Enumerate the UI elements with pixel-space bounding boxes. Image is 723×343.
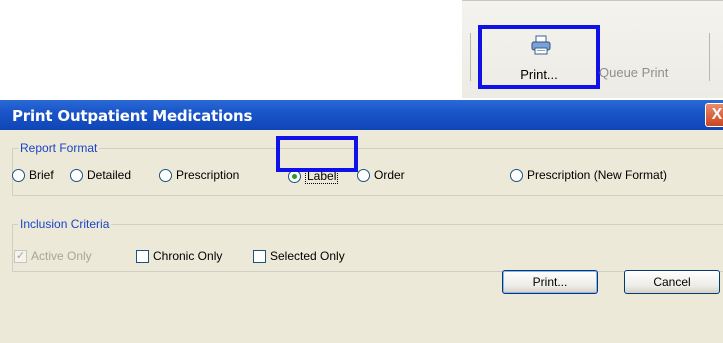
- radio-brief-label: Brief: [29, 168, 54, 182]
- radio-button-icon: [70, 168, 83, 182]
- label-option-highlight: [276, 136, 358, 172]
- checkbox-active-only-label: Active Only: [31, 249, 92, 263]
- radio-prescription-new-format[interactable]: Prescription (New Format): [510, 168, 667, 182]
- inclusion-criteria-group: Inclusion Criteria: [12, 217, 723, 272]
- radio-order[interactable]: Order: [357, 168, 405, 182]
- checkbox-icon: [253, 249, 266, 263]
- radio-prescription-new-format-label: Prescription (New Format): [527, 168, 668, 182]
- radio-button-icon: [159, 168, 172, 182]
- checkbox-chronic-only[interactable]: Chronic Only: [136, 249, 222, 263]
- print-button[interactable]: Print...: [502, 270, 598, 294]
- checkbox-icon: [136, 249, 149, 263]
- radio-brief[interactable]: Brief: [12, 168, 54, 182]
- toolbar-queue-print-button[interactable]: Queue Print: [599, 65, 668, 80]
- checkbox-active-only: ✓ Active Only: [14, 249, 92, 263]
- print-dialog: Print Outpatient Medications X Report Fo…: [0, 100, 723, 343]
- radio-button-icon: [357, 168, 370, 182]
- dialog-titlebar[interactable]: Print Outpatient Medications X: [0, 100, 723, 130]
- report-format-legend: Report Format: [18, 141, 100, 155]
- inclusion-criteria-legend: Inclusion Criteria: [18, 217, 112, 231]
- checkmark-icon: ✓: [14, 249, 27, 263]
- radio-button-icon: [510, 168, 523, 182]
- toolbar-print-label: Print...: [520, 67, 558, 82]
- toolbar-separator: [709, 33, 710, 81]
- toolbar: Print... Queue Print: [462, 0, 723, 98]
- dialog-title: Print Outpatient Medications: [12, 107, 253, 125]
- cancel-button[interactable]: Cancel: [624, 270, 720, 294]
- radio-prescription-label: Prescription: [176, 168, 240, 182]
- close-button[interactable]: X: [705, 103, 723, 127]
- checkbox-selected-only[interactable]: Selected Only: [253, 249, 345, 263]
- radio-detailed-label: Detailed: [87, 168, 132, 182]
- printer-icon: [531, 35, 551, 55]
- close-icon: X: [711, 106, 723, 123]
- radio-prescription[interactable]: Prescription: [159, 168, 239, 182]
- radio-detailed[interactable]: Detailed: [70, 168, 131, 182]
- checkbox-selected-only-label: Selected Only: [270, 249, 345, 263]
- checkbox-chronic-only-label: Chronic Only: [153, 249, 223, 263]
- toolbar-print-button[interactable]: Print...: [478, 25, 600, 89]
- toolbar-separator: [470, 33, 471, 81]
- radio-order-label: Order: [374, 168, 405, 182]
- radio-button-icon: [12, 168, 25, 182]
